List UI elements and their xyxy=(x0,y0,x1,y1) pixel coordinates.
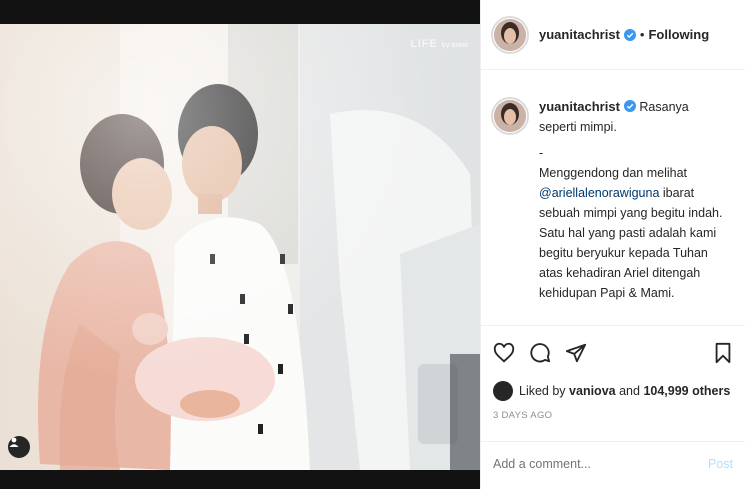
user-tag-icon[interactable] xyxy=(8,436,30,458)
verified-badge-icon xyxy=(623,28,636,41)
verified-badge-icon xyxy=(623,100,636,112)
following-button[interactable]: Following xyxy=(648,27,709,42)
mention-link[interactable]: @ariellalenorawiguna xyxy=(539,186,659,200)
caption-divider: - xyxy=(539,146,544,160)
post-details-panel: yuanitachrist • Following yuanitachrist … xyxy=(480,0,745,489)
photo-illustration xyxy=(0,24,480,470)
share-icon[interactable] xyxy=(565,342,587,364)
comment-icon[interactable] xyxy=(529,342,551,364)
caption-paragraph: Menggendong dan melihat @ariellalenorawi… xyxy=(539,166,723,220)
heart-icon[interactable] xyxy=(493,342,515,364)
author-avatar[interactable] xyxy=(491,15,529,54)
caption-username[interactable]: yuanitachrist xyxy=(539,99,620,114)
photo-watermark: LIFE by axioo xyxy=(410,38,468,50)
liker-username[interactable]: vaniova xyxy=(569,384,616,398)
liker-avatar[interactable] xyxy=(493,381,513,401)
bookmark-icon[interactable] xyxy=(713,342,733,364)
post-header: yuanitachrist • Following xyxy=(481,0,745,70)
avatar xyxy=(494,100,526,132)
action-bar xyxy=(481,326,745,380)
post-media: LIFE by axioo xyxy=(0,0,480,489)
post-caption: yuanitachrist Rasanya seperti mimpi. - M… xyxy=(481,70,745,326)
caption-text: yuanitachrist Rasanya seperti mimpi. - M… xyxy=(539,97,729,325)
avatar xyxy=(494,18,526,51)
add-comment-area: Post xyxy=(481,442,745,486)
caption-paragraph-2: Satu hal yang pasti adalah kami begitu b… xyxy=(539,226,717,300)
caption-avatar[interactable] xyxy=(491,97,529,135)
separator-dot: • xyxy=(639,27,645,42)
likes-count[interactable]: 104,999 others xyxy=(643,384,730,398)
post-comment-button[interactable]: Post xyxy=(708,457,733,471)
post-timestamp[interactable]: 3 DAYS AGO xyxy=(481,402,745,442)
comment-input[interactable] xyxy=(493,457,708,471)
post-photo[interactable]: LIFE by axioo xyxy=(0,24,480,470)
author-username[interactable]: yuanitachrist xyxy=(539,27,620,42)
likes-summary: Liked by vaniova and 104,999 others xyxy=(481,380,745,402)
